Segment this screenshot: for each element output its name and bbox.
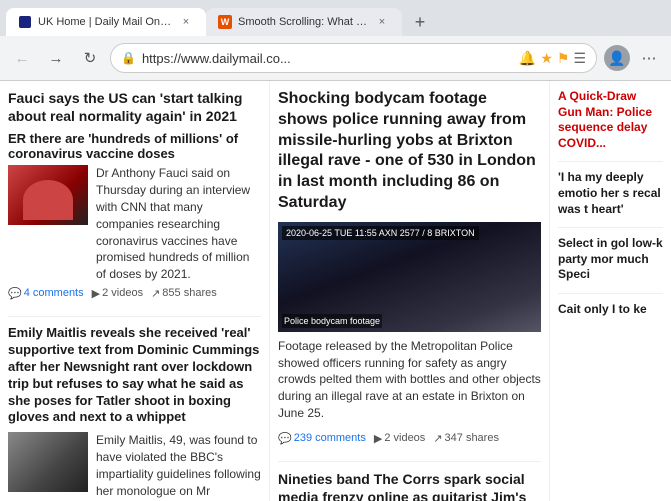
- fauci-text: Dr Anthony Fauci said on Thursday during…: [96, 165, 261, 283]
- toolbar-icons: 👤 ⋯: [603, 44, 663, 72]
- article-brixton: Shocking bodycam footage shows police ru…: [278, 89, 541, 449]
- fauci-subheadline: ER there are 'hundreds of millions' of c…: [8, 131, 261, 161]
- col-right: A Quick-Draw Gun Man: Police sequence de…: [550, 81, 671, 501]
- col-middle: Shocking bodycam footage shows police ru…: [270, 81, 550, 501]
- maitlis-headline[interactable]: Emily Maitlis reveals she received 'real…: [8, 325, 261, 426]
- fauci-meta: 💬 4 comments ▶ 2 videos ↗ 855 shares: [8, 283, 261, 304]
- brixton-headline[interactable]: Shocking bodycam footage shows police ru…: [278, 89, 541, 214]
- brixton-share-icon: ↗: [433, 432, 442, 445]
- tab-favicon-dailymail: [18, 15, 32, 29]
- right-article-1[interactable]: A Quick-Draw Gun Man: Police sequence de…: [558, 89, 663, 151]
- right-article-4[interactable]: Cait only I to ke: [558, 302, 663, 318]
- brixton-comments[interactable]: 💬 239 comments: [278, 432, 366, 445]
- bookmark-icon[interactable]: ⚑: [557, 50, 570, 67]
- notification-icon[interactable]: 🔔: [519, 50, 536, 67]
- maitlis-text: Emily Maitlis, 49, was found to have vio…: [96, 432, 261, 499]
- lock-icon: 🔒: [121, 51, 136, 65]
- divider-right-1: [558, 161, 663, 162]
- fauci-shares: ↗ 855 shares: [151, 287, 217, 300]
- col-left: Fauci says the US can 'start talking abo…: [0, 81, 270, 501]
- tab-w-icon: W: [218, 15, 232, 29]
- tab-label-dailymail: UK Home | Daily Mail Online: [38, 16, 172, 28]
- brixton-text: Footage released by the Metropolitan Pol…: [278, 338, 541, 422]
- page-content: Fauci says the US can 'start talking abo…: [0, 81, 671, 501]
- video-icon: ▶: [92, 287, 100, 300]
- brixton-video-icon: ▶: [374, 432, 382, 445]
- right-article-3[interactable]: Select in gol low-k party mor much Speci: [558, 236, 663, 283]
- brixton-shares: ↗ 347 shares: [433, 432, 499, 445]
- brixton-meta: 💬 239 comments ▶ 2 videos ↗ 347 shares: [278, 428, 541, 449]
- article-maitlis: Emily Maitlis reveals she received 'real…: [8, 325, 261, 500]
- user-avatar: 👤: [604, 45, 630, 71]
- tab-favicon-smooth: W: [218, 15, 232, 29]
- star-icon[interactable]: ★: [540, 50, 553, 67]
- reload-button[interactable]: ↻: [76, 44, 104, 72]
- maitlis-body: Emily Maitlis, 49, was found to have vio…: [8, 432, 261, 499]
- divider-right-3: [558, 293, 663, 294]
- menu-button[interactable]: ⋯: [635, 44, 663, 72]
- divider-left: [8, 316, 261, 317]
- nav-bar: ← → ↻ 🔒 https://www.dailymail.co... 🔔 ★ …: [0, 36, 671, 80]
- browser-chrome: UK Home | Daily Mail Online × W Smooth S…: [0, 0, 671, 81]
- profile-icon[interactable]: 👤: [603, 44, 631, 72]
- brixton-comment-icon: 💬: [278, 432, 292, 445]
- tab-label-smooth: Smooth Scrolling: What is it and...: [238, 16, 368, 28]
- tab-dailymail[interactable]: UK Home | Daily Mail Online ×: [6, 8, 206, 36]
- right-article-2[interactable]: 'I ha my deeply emotio her s recal was t…: [558, 170, 663, 217]
- fauci-videos[interactable]: ▶ 2 videos: [92, 287, 143, 300]
- article-fauci: Fauci says the US can 'start talking abo…: [8, 89, 261, 304]
- new-tab-button[interactable]: +: [406, 8, 434, 36]
- tab-close-smooth[interactable]: ×: [374, 14, 390, 30]
- address-icons: 🔔 ★ ⚑ ☰: [519, 50, 586, 67]
- address-bar[interactable]: 🔒 https://www.dailymail.co... 🔔 ★ ⚑ ☰: [110, 43, 597, 73]
- comment-icon: 💬: [8, 287, 22, 300]
- tab-smooth[interactable]: W Smooth Scrolling: What is it and... ×: [206, 8, 402, 36]
- fauci-thumb: [8, 165, 88, 225]
- address-text: https://www.dailymail.co...: [142, 51, 513, 66]
- article-corrs: Nineties band The Corrs spark social med…: [278, 470, 541, 501]
- divider-middle: [278, 461, 541, 462]
- share-icon: ↗: [151, 287, 160, 300]
- fauci-headline[interactable]: Fauci says the US can 'start talking abo…: [8, 89, 261, 125]
- corrs-headline[interactable]: Nineties band The Corrs spark social med…: [278, 470, 541, 501]
- fauci-body: Dr Anthony Fauci said on Thursday during…: [8, 165, 261, 283]
- brixton-thumb: 2020-06-25 TUE 11:55 AXN 2577 / 8 BRIXTO…: [278, 222, 541, 332]
- forward-button[interactable]: →: [42, 44, 70, 72]
- brixton-videos[interactable]: ▶ 2 videos: [374, 432, 425, 445]
- back-button[interactable]: ←: [8, 44, 36, 72]
- fauci-comments[interactable]: 💬 4 comments: [8, 287, 84, 300]
- tab-close-dailymail[interactable]: ×: [178, 14, 194, 30]
- extension-icon[interactable]: ☰: [573, 50, 586, 67]
- maitlis-thumb: [8, 432, 88, 492]
- divider-right-2: [558, 227, 663, 228]
- tab-bar: UK Home | Daily Mail Online × W Smooth S…: [0, 0, 671, 36]
